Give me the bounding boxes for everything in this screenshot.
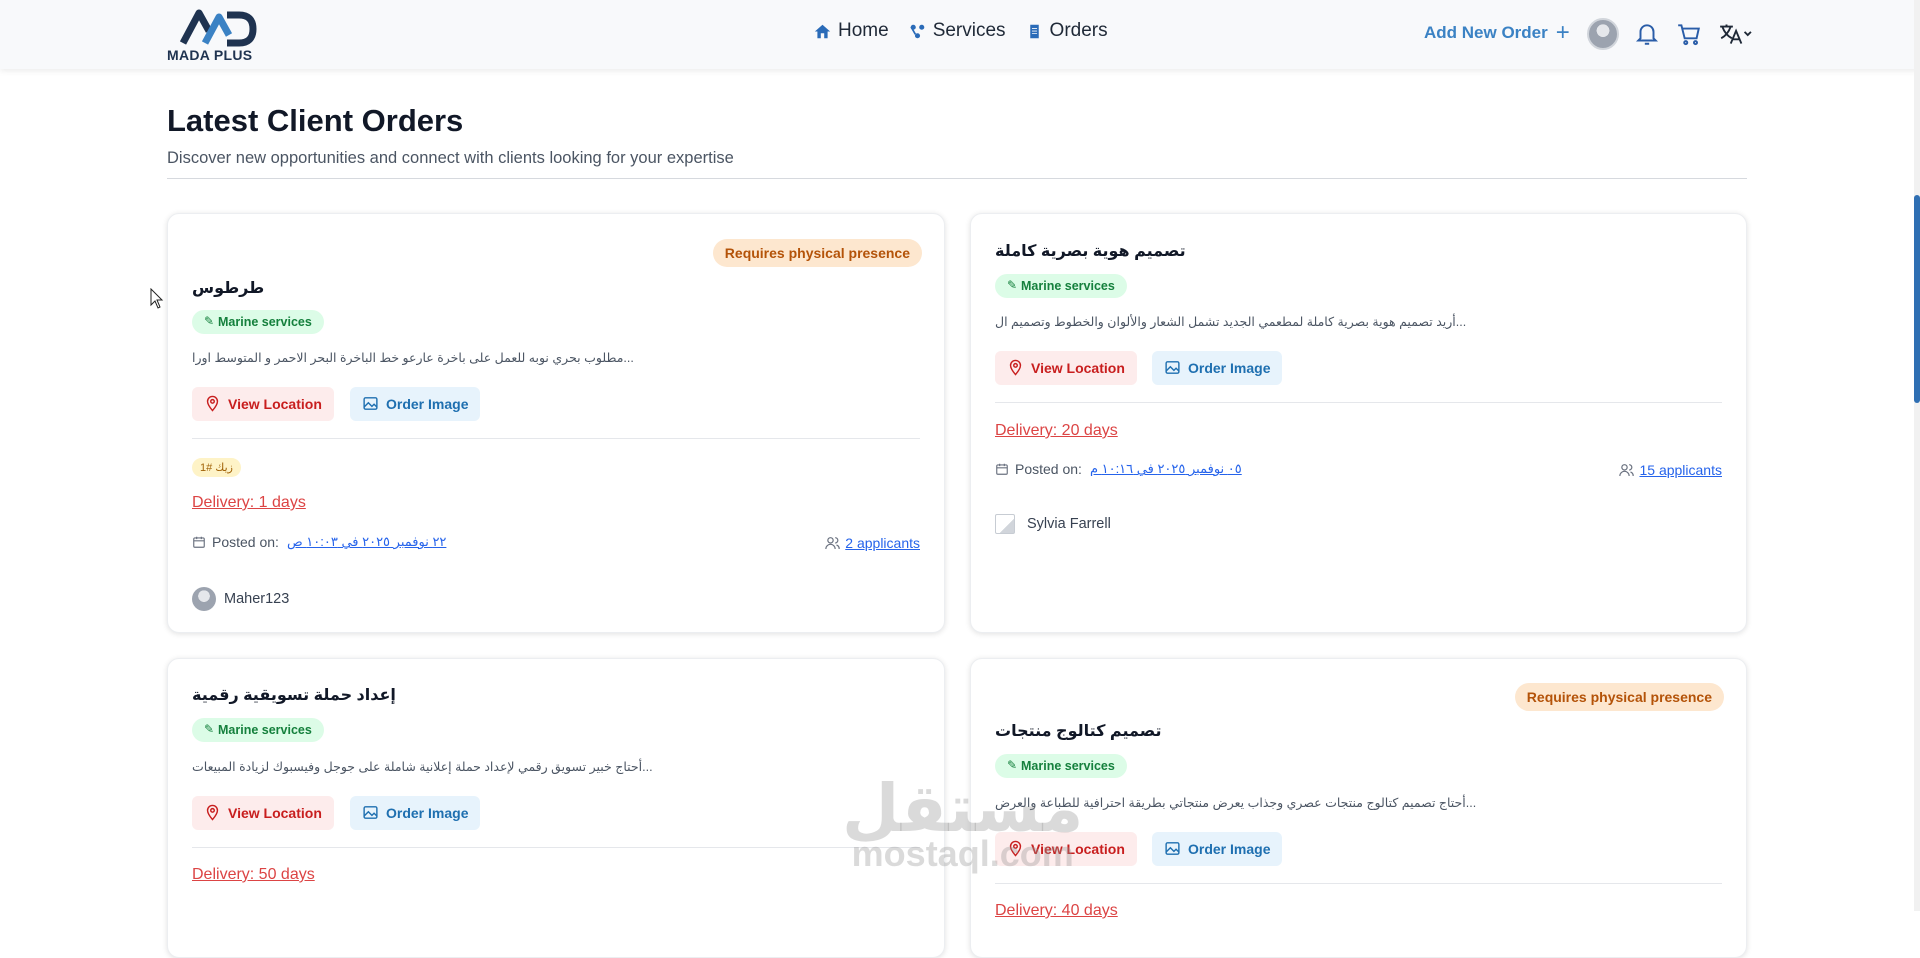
view-location-label: View Location (1031, 841, 1125, 857)
order-image-label: Order Image (1188, 360, 1271, 376)
nav-services[interactable]: Services (909, 20, 1006, 42)
view-location-label: View Location (1031, 360, 1125, 376)
order-card[interactable]: Requires physical presence طرطوس Marine … (167, 213, 945, 633)
orders-icon (1029, 24, 1039, 38)
delivery-time[interactable]: Delivery: 1 days (192, 494, 306, 512)
nav-orders-label: Orders (1049, 20, 1108, 41)
posted-on-label: Posted on: (1015, 461, 1082, 477)
cart-icon[interactable] (1676, 21, 1702, 47)
view-location-label: View Location (228, 805, 322, 821)
category-tag: Marine services (995, 754, 1127, 778)
location-pin-icon (206, 804, 219, 821)
order-title[interactable]: تصميم كتالوج منتجات (995, 721, 1161, 741)
order-image-label: Order Image (386, 396, 469, 412)
order-image-button[interactable]: Order Image (350, 796, 481, 830)
calendar-icon (996, 463, 1008, 475)
client-username: Maher123 (224, 591, 290, 607)
main-nav: Home Services Orders (814, 20, 1108, 42)
physical-presence-badge: Requires physical presence (712, 239, 922, 267)
order-image-label: Order Image (1188, 841, 1271, 857)
order-description: أحتاج تصميم كتالوج منتجات عصري وجذاب يعر… (995, 796, 1477, 810)
category-tag: Marine services (192, 718, 324, 742)
order-card[interactable]: إعداد حملة تسويقية رقمية Marine services… (167, 658, 945, 958)
add-new-order-label: Add New Order (1424, 23, 1548, 42)
posted-date-link[interactable]: ٢٢ نوفمبر ٢٠٢٥ في ١٠:٠٣ ص (287, 534, 446, 550)
order-title[interactable]: تصميم هوية بصرية كاملة (995, 241, 1186, 261)
applicants-count[interactable]: 15 applicants (1618, 462, 1722, 478)
location-pin-icon (1009, 359, 1022, 376)
view-location-button[interactable]: View Location (192, 387, 334, 421)
logo-text: MADA PLUS (167, 47, 253, 63)
plus-icon: + (1555, 19, 1570, 46)
posted-date-link[interactable]: ٠٥ نوفمبر ٢٠٢٥ في ١٠:١٦ م (1090, 461, 1242, 477)
client-user[interactable]: Maher123 (192, 587, 289, 611)
nav-services-label: Services (932, 20, 1006, 41)
delivery-time[interactable]: Delivery: 40 days (995, 902, 1118, 920)
order-hash-tag: زيك #1 (192, 458, 241, 477)
view-location-button[interactable]: View Location (192, 796, 334, 830)
image-icon (1165, 842, 1180, 855)
view-location-label: View Location (228, 396, 322, 412)
applicants-link[interactable]: 2 applicants (845, 535, 920, 551)
notification-bell-icon[interactable] (1634, 21, 1660, 47)
nav-home[interactable]: Home (814, 20, 889, 42)
services-icon (910, 24, 924, 38)
add-new-order-button[interactable]: Add New Order + (1424, 19, 1570, 46)
posted-on: Posted on: ٢٢ نوفمبر ٢٠٢٥ في ١٠:٠٣ ص (192, 534, 446, 550)
order-image-button[interactable]: Order Image (350, 387, 481, 421)
page-title: Latest Client Orders (167, 103, 464, 138)
home-icon (814, 24, 831, 38)
card-divider (192, 847, 920, 848)
location-pin-icon (206, 395, 219, 412)
posted-on: Posted on: ٠٥ نوفمبر ٢٠٢٥ في ١٠:١٦ م (995, 461, 1242, 477)
order-card[interactable]: Requires physical presence تصميم كتالوج … (970, 658, 1747, 958)
users-icon (825, 537, 841, 550)
top-navbar: MADA PLUS Home Services Orders Add New O… (0, 0, 1920, 69)
applicants-count[interactable]: 2 applicants (824, 535, 920, 551)
order-image-button[interactable]: Order Image (1152, 351, 1283, 385)
order-description: أحتاج خبير تسويق رقمي لإعداد حملة إعلاني… (192, 760, 653, 774)
logo-mark-icon (179, 9, 257, 47)
posted-on-label: Posted on: (212, 534, 279, 550)
nav-home-label: Home (838, 20, 889, 41)
language-switcher-icon[interactable] (1718, 21, 1752, 47)
category-tag: Marine services (192, 310, 324, 334)
order-title[interactable]: إعداد حملة تسويقية رقمية (192, 685, 396, 705)
heading-divider (167, 178, 1747, 179)
image-icon (1165, 361, 1180, 374)
client-avatar (192, 587, 216, 611)
view-location-button[interactable]: View Location (995, 832, 1137, 866)
nav-orders[interactable]: Orders (1026, 20, 1108, 42)
physical-presence-badge: Requires physical presence (1514, 683, 1724, 711)
logo[interactable]: MADA PLUS (167, 7, 267, 63)
user-avatar[interactable] (1587, 18, 1619, 50)
order-card[interactable]: تصميم هوية بصرية كاملة Marine services أ… (970, 213, 1747, 633)
card-divider (995, 402, 1722, 403)
card-divider (192, 438, 920, 439)
scrollbar-track[interactable] (1914, 0, 1920, 911)
applicants-link[interactable]: 15 applicants (1639, 462, 1722, 478)
delivery-time[interactable]: Delivery: 50 days (192, 866, 315, 884)
client-user[interactable]: Sylvia Farrell (995, 514, 1111, 534)
mouse-cursor-icon (150, 288, 164, 309)
delivery-time[interactable]: Delivery: 20 days (995, 422, 1118, 440)
category-tag: Marine services (995, 274, 1127, 298)
order-image-label: Order Image (386, 805, 469, 821)
users-icon (1619, 464, 1635, 477)
image-icon (363, 806, 378, 819)
view-location-button[interactable]: View Location (995, 351, 1137, 385)
card-divider (995, 883, 1722, 884)
location-pin-icon (1009, 840, 1022, 857)
calendar-icon (193, 536, 205, 548)
order-title[interactable]: طرطوس (192, 278, 264, 298)
page-subtitle: Discover new opportunities and connect w… (167, 149, 734, 167)
client-username: Sylvia Farrell (1027, 516, 1111, 532)
client-avatar-broken-image (995, 514, 1015, 534)
order-image-button[interactable]: Order Image (1152, 832, 1283, 866)
image-icon (363, 397, 378, 410)
order-description: مطلوب بحري نوبه للعمل على باخرة عارعو خط… (192, 351, 634, 365)
scrollbar-thumb[interactable] (1914, 195, 1920, 403)
order-description: أريد تصميم هوية بصرية كاملة لمطعمي الجدي… (995, 315, 1467, 329)
